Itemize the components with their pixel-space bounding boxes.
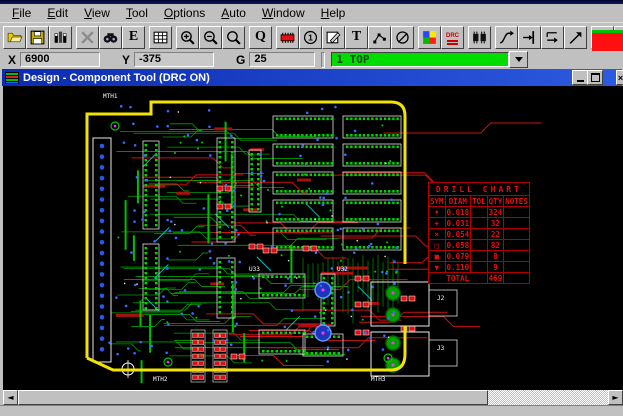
drill-chart-row: × 0.054 22: [428, 228, 530, 240]
design-window-title: Design - Component Tool (DRC ON): [23, 71, 210, 84]
window-bottom-border: [0, 405, 623, 416]
horizontal-scrollbar[interactable]: ◄ ►: [3, 390, 623, 405]
x-coordinate-label: X: [8, 52, 17, 67]
menu-bar: File Edit View Tool Options Auto Window Help: [0, 4, 623, 22]
drill-chart-row: • 0.018 324: [428, 206, 530, 218]
layer-combo-dropdown-button[interactable]: [509, 51, 529, 68]
minimize-icon: [576, 80, 584, 82]
y-coordinate-label: Y: [122, 52, 131, 67]
drill-chart-row: +0.031 32: [428, 217, 530, 229]
design-window-icon: [5, 71, 19, 84]
menu-view[interactable]: View: [76, 5, 118, 21]
drill-chart-row: ■ 0.079 8: [428, 250, 530, 262]
scroll-left-button[interactable]: ◄: [3, 390, 18, 405]
design-window-titlebar[interactable]: Design - Component Tool (DRC ON): [2, 69, 622, 86]
scroll-right-button[interactable]: ►: [608, 390, 623, 405]
layer-combo[interactable]: 1 TOP: [331, 51, 529, 68]
svg-text:1: 1: [308, 32, 313, 42]
drill-chart-col-tol: TOL: [470, 195, 488, 207]
x-coordinate-field[interactable]: 6900: [20, 52, 101, 67]
drill-chart-title: DRILL CHART: [428, 182, 530, 196]
drill-chart-total-row: TOTAL 469: [428, 272, 530, 284]
scroll-left-arrow-icon: ◄: [7, 393, 14, 402]
board-label-j3: J3: [437, 345, 445, 352]
connector-button[interactable]: [468, 25, 491, 49]
drill-chart-col-notes: NOTES: [503, 195, 530, 207]
zoom-out-button[interactable]: [199, 25, 222, 49]
drill-chart-col-sym: SYM: [428, 195, 446, 207]
keepout-button[interactable]: [391, 25, 414, 49]
minimize-button[interactable]: [572, 70, 588, 85]
route-button[interactable]: [495, 25, 518, 49]
zoom-in-button[interactable]: [176, 25, 199, 49]
y-coordinate-field[interactable]: -375: [134, 52, 215, 67]
text-button[interactable]: T: [345, 25, 368, 49]
drill-chart-row: □ 0.058 82: [428, 239, 530, 251]
board-label-mth1: MTH1: [103, 93, 118, 100]
coordinate-bar: X 6900 Y -375 G 25 1 TOP: [0, 51, 623, 68]
delete-button: [76, 25, 99, 49]
menu-tool[interactable]: Tool: [118, 5, 156, 21]
drill-chart: DRILL CHART SYM DIAM TOL QTY NOTES • 0.018 324 +0…: [428, 182, 530, 284]
zoom-window-button[interactable]: [222, 25, 245, 49]
close-button-clipped[interactable]: ×: [616, 70, 623, 85]
find-button[interactable]: [99, 25, 122, 49]
board-label-mth3: MTH3: [371, 376, 386, 383]
board-label-u33: U33: [249, 266, 260, 273]
push-button[interactable]: [541, 25, 564, 49]
open-button[interactable]: [3, 25, 26, 49]
menu-options[interactable]: Options: [156, 5, 213, 21]
menu-help[interactable]: Help: [313, 5, 354, 21]
g-coordinate-label: G: [236, 52, 246, 67]
eco-button[interactable]: E: [122, 25, 145, 49]
toolbar: EQ1TDRC!DRC: [0, 22, 623, 51]
design-window: Design - Component Tool (DRC ON) × MTH1 M…: [0, 68, 623, 416]
save-button[interactable]: [26, 25, 49, 49]
stretch-button[interactable]: [518, 25, 541, 49]
layer-combo-value[interactable]: 1 TOP: [331, 52, 510, 67]
scrollbar-thumb[interactable]: [18, 390, 488, 405]
miter-button[interactable]: [564, 25, 587, 49]
dimension-button[interactable]: [368, 25, 391, 49]
drill-chart-col-diam: DIAM: [444, 195, 472, 207]
toolbar-separator: [321, 51, 326, 68]
drc-button[interactable]: DRC: [441, 25, 464, 49]
library-button[interactable]: [49, 25, 72, 49]
pcb-layout: MTH1 MTH2 MTH3 U32 U33 J2 J3: [85, 93, 542, 384]
query-button[interactable]: Q: [249, 25, 272, 49]
board-label-mth2: MTH2: [153, 376, 168, 383]
g-coordinate-field[interactable]: 25: [249, 52, 316, 67]
maximize-icon: [590, 73, 600, 82]
colors-button[interactable]: [418, 25, 441, 49]
scroll-right-arrow-icon: ►: [612, 393, 619, 402]
menu-auto[interactable]: Auto: [213, 5, 254, 21]
drill-chart-row: ▼ 0.110 9: [428, 261, 530, 273]
menu-file[interactable]: File: [4, 5, 39, 21]
design-canvas[interactable]: MTH1 MTH2 MTH3 U32 U33 J2 J3 DRILL CHART SYM DIA…: [3, 86, 623, 390]
close-icon: ×: [617, 73, 623, 83]
component-button[interactable]: [276, 25, 299, 49]
drill-chart-col-qty: QTY: [486, 195, 505, 207]
menu-window[interactable]: Window: [254, 5, 313, 21]
grid-button[interactable]: [149, 25, 172, 49]
chevron-down-icon: [514, 57, 523, 62]
drafting-button[interactable]: [322, 25, 345, 49]
balloon-button[interactable]: 1: [299, 25, 322, 49]
board-label-j2: J2: [437, 295, 445, 302]
board-label-u32: U32: [337, 266, 348, 273]
menu-edit[interactable]: Edit: [39, 5, 76, 21]
maximize-button[interactable]: [587, 70, 603, 85]
